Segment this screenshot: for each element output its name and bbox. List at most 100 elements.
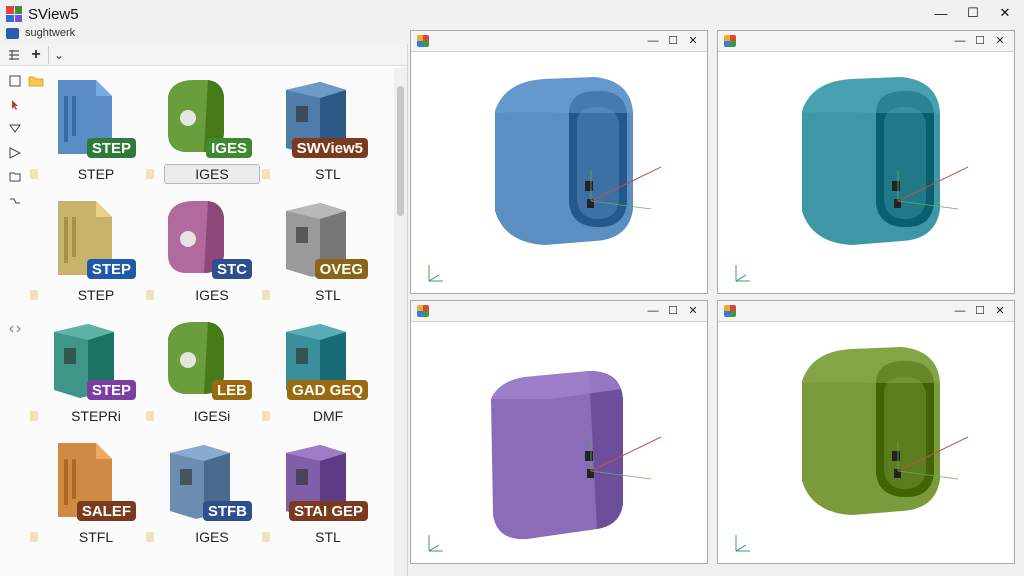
viewport-app-icon [417, 305, 429, 317]
3d-viewport[interactable]: — ☐ ✕ [410, 30, 708, 294]
cad-model-render[interactable] [411, 321, 707, 563]
file-type-icon [262, 411, 270, 421]
folder-open-icon[interactable] [6, 168, 24, 186]
file-format-label: DMF [312, 408, 344, 424]
file-item[interactable]: STAI GEP STL [262, 435, 378, 553]
file-item[interactable]: GAD GEQ DMF [262, 314, 378, 432]
cad-model-render[interactable] [718, 51, 1014, 293]
side-toolbar [0, 68, 44, 568]
cad-model-render[interactable] [411, 51, 707, 293]
file-format-label: IGES [164, 164, 260, 184]
file-label-row: IGESi [146, 406, 262, 426]
3d-viewport[interactable]: — ☐ ✕ [717, 30, 1015, 294]
file-label-row: STEPRi [30, 406, 146, 426]
file-format-label: STL [315, 529, 341, 545]
file-item[interactable]: SALEF STFL [30, 435, 146, 553]
viewport-maximize-button[interactable]: ☐ [972, 303, 988, 319]
viewport-minimize-button[interactable]: — [952, 303, 968, 319]
file-type-icon [30, 169, 38, 179]
viewport-title-bar: — ☐ ✕ [718, 31, 1014, 52]
window-controls: — ☐ ✕ [928, 4, 1018, 22]
add-icon[interactable]: + [26, 46, 46, 64]
viewport-app-icon [724, 35, 736, 47]
viewport-maximize-button[interactable]: ☐ [665, 33, 681, 49]
format-badge: STEP [86, 138, 136, 158]
file-item[interactable]: STEP STEP [30, 72, 146, 190]
file-item[interactable]: STFB IGES [146, 435, 262, 553]
file-format-label: STL [315, 166, 341, 182]
file-type-icon [262, 290, 270, 300]
format-badge: SALEF [76, 501, 136, 521]
file-item[interactable]: LEB IGESi [146, 314, 262, 432]
file-label-row: STEP [30, 285, 146, 305]
format-badge: STEP [86, 259, 136, 279]
file-label-row: STL [262, 285, 378, 305]
viewport-close-button[interactable]: ✕ [992, 303, 1008, 319]
3d-viewport[interactable]: — ☐ ✕ [410, 300, 708, 564]
format-badge: STC [212, 259, 252, 279]
layout-icon[interactable] [4, 46, 24, 64]
file-label-row: STFL [30, 527, 146, 547]
format-badge: STEP [86, 380, 136, 400]
file-format-label: STEP [77, 287, 115, 303]
checkbox-icon[interactable] [6, 72, 24, 90]
viewport-minimize-button[interactable]: — [952, 33, 968, 49]
viewport-maximize-button[interactable]: ☐ [972, 33, 988, 49]
app-subtitle: sughtwerk [25, 27, 76, 39]
file-item[interactable]: OVEG STL [262, 193, 378, 311]
file-label-row: DMF [262, 406, 378, 426]
file-label-row: STEP [30, 164, 146, 184]
file-type-icon [146, 411, 154, 421]
viewport-minimize-button[interactable]: — [645, 33, 661, 49]
file-format-label: STL [315, 287, 341, 303]
file-item[interactable]: STEP STEPRi [30, 314, 146, 432]
dropdown-icon[interactable]: ⌄ [48, 45, 69, 64]
file-label-row: STL [262, 527, 378, 547]
file-format-label: IGESi [193, 408, 231, 424]
browser-scrollbar[interactable] [394, 68, 407, 576]
file-browser-panel: + ⌄ STEP STEP IGES IGES SWView5 STL STEP STEP ST… [0, 44, 408, 576]
minimize-button[interactable]: — [928, 4, 954, 22]
file-format-label: IGES [195, 287, 229, 303]
app-subtitle-bar: sughtwerk [6, 26, 75, 40]
funnel-icon[interactable] [6, 144, 24, 162]
viewport-close-button[interactable]: ✕ [685, 33, 701, 49]
cad-model-render[interactable] [718, 321, 1014, 563]
close-button[interactable]: ✕ [992, 4, 1018, 22]
expand-icon[interactable] [6, 320, 24, 338]
viewport-title-bar: — ☐ ✕ [718, 301, 1014, 322]
cursor-icon[interactable] [6, 96, 24, 114]
file-label-row: IGES [146, 527, 262, 547]
viewport-app-icon [417, 35, 429, 47]
format-badge: STFB [202, 501, 252, 521]
file-item[interactable]: STC IGES [146, 193, 262, 311]
viewport-minimize-button[interactable]: — [645, 303, 661, 319]
viewport-close-button[interactable]: ✕ [685, 303, 701, 319]
file-label-row: STL [262, 164, 378, 184]
3d-viewport[interactable]: — ☐ ✕ [717, 300, 1015, 564]
viewport-close-button[interactable]: ✕ [992, 33, 1008, 49]
file-item[interactable]: IGES IGES [146, 72, 262, 190]
file-label-row: IGES [146, 285, 262, 305]
viewport-maximize-button[interactable]: ☐ [665, 303, 681, 319]
maximize-button[interactable]: ☐ [960, 4, 986, 22]
format-badge: SWView5 [291, 138, 368, 158]
file-format-label: STEP [77, 166, 115, 182]
filter-icon[interactable] [6, 120, 24, 138]
format-badge: GAD GEQ [287, 380, 368, 400]
app-title: SView5 [28, 5, 79, 23]
file-type-icon [30, 411, 38, 421]
scrollbar-thumb[interactable] [397, 86, 404, 216]
file-label-row: IGES [146, 164, 262, 184]
file-type-icon [262, 532, 270, 542]
collapse-icon[interactable] [6, 192, 24, 210]
file-type-icon [30, 532, 38, 542]
format-badge: STAI GEP [289, 501, 368, 521]
viewport-title-bar: — ☐ ✕ [411, 301, 707, 322]
file-format-label: STEPRi [71, 408, 121, 424]
file-item[interactable]: SWView5 STL [262, 72, 378, 190]
file-item[interactable]: STEP STEP [30, 193, 146, 311]
browser-toolbar: + ⌄ [0, 44, 407, 66]
file-thumbnail-grid: STEP STEP IGES IGES SWView5 STL STEP STEP STC IGE… [30, 68, 392, 576]
viewport-title-bar: — ☐ ✕ [411, 31, 707, 52]
